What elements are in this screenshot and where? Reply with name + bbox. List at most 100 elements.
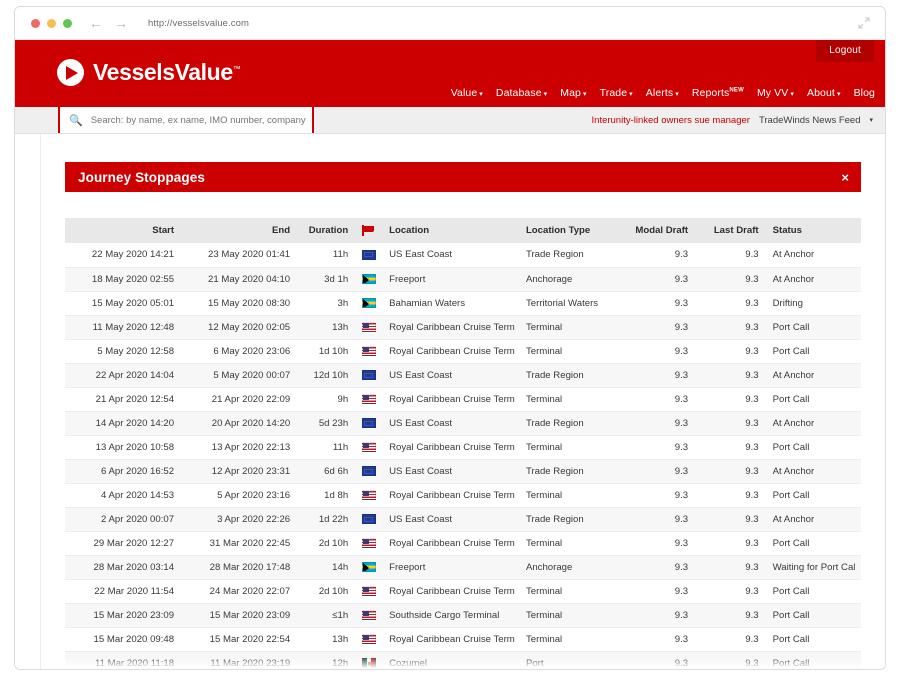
cell-modal-draft: 9.3 <box>618 411 696 436</box>
cell-last-draft: 9.3 <box>695 363 766 388</box>
country-flag-icon <box>361 562 376 572</box>
country-flag-icon <box>361 658 376 668</box>
table-row[interactable]: 21 Apr 2020 12:54 21 Apr 2020 22:09 9h Roya… <box>65 387 861 412</box>
cell-status: At Anchor <box>765 243 861 268</box>
cell-flag <box>355 555 383 580</box>
cell-location-type: Terminal <box>518 627 619 652</box>
table-row[interactable]: 18 May 2020 02:55 21 May 2020 04:10 3d 1h F… <box>65 267 861 292</box>
cell-modal-draft: 9.3 <box>618 483 696 508</box>
table-row[interactable]: 5 May 2020 12:58 6 May 2020 23:06 1d 10h Ro… <box>65 339 861 364</box>
cell-location: Southside Cargo Terminal <box>382 603 519 628</box>
table-row[interactable]: 13 Apr 2020 10:58 13 Apr 2020 22:13 11h Roy… <box>65 435 861 460</box>
column-header-flag[interactable] <box>355 218 383 244</box>
cell-duration: 1d 8h <box>297 483 356 508</box>
search-box[interactable]: 🔍 <box>58 107 314 133</box>
table-row[interactable]: 2 Apr 2020 00:07 3 Apr 2020 22:26 1d 22h US… <box>65 507 861 532</box>
cell-end: 21 May 2020 04:10 <box>181 267 298 292</box>
search-strip-spacer <box>15 107 58 133</box>
cell-end: 6 May 2020 23:06 <box>181 339 298 364</box>
column-header-status[interactable]: Status <box>765 218 861 244</box>
cell-status: At Anchor <box>765 411 861 436</box>
cell-location: Royal Caribbean Cruise Term <box>382 315 519 340</box>
column-header-location-type[interactable]: Location Type <box>518 218 619 244</box>
column-header-modal-draft[interactable]: Modal Draft <box>618 218 696 244</box>
cell-start: 4 Apr 2020 14:53 <box>65 483 182 508</box>
table-row[interactable]: 6 Apr 2020 16:52 12 Apr 2020 23:31 6d 6h US… <box>65 459 861 484</box>
nav-item-database[interactable]: Database ▾ <box>496 87 547 99</box>
cell-status: At Anchor <box>765 507 861 532</box>
table-header: Start End Duration Location Location Typ… <box>65 218 861 244</box>
table-row[interactable]: 15 May 2020 05:01 15 May 2020 08:30 3h Baha… <box>65 291 861 316</box>
nav-item-my-vv[interactable]: My VV ▾ <box>757 87 794 99</box>
cell-flag <box>355 435 383 460</box>
nav-item-blog[interactable]: Blog <box>854 87 875 99</box>
cell-end: 5 Apr 2020 23:16 <box>181 483 298 508</box>
table-header-row: Start End Duration Location Location Typ… <box>65 218 861 244</box>
search-input[interactable] <box>88 113 312 127</box>
cell-last-draft: 9.3 <box>695 627 766 652</box>
cell-location: Freeport <box>382 555 519 580</box>
column-header-location[interactable]: Location <box>382 218 519 244</box>
cell-last-draft: 9.3 <box>695 579 766 604</box>
chevron-down-icon[interactable]: ▾ <box>869 116 873 124</box>
cell-duration: 3d 1h <box>297 267 356 292</box>
close-window-button[interactable] <box>31 18 40 28</box>
table-row[interactable]: 22 Mar 2020 11:54 24 Mar 2020 22:07 2d 10h… <box>65 579 861 604</box>
panel-title: Journey Stoppages <box>78 169 205 185</box>
chevron-down-icon: ▾ <box>479 91 483 98</box>
nav-item-reports[interactable]: ReportsNEW <box>692 87 744 99</box>
cell-flag <box>355 531 383 556</box>
column-header-last-draft[interactable]: Last Draft <box>695 218 766 244</box>
table-row[interactable]: 15 Mar 2020 23:09 15 Mar 2020 23:09 ≤1h Sou… <box>65 603 861 628</box>
cell-end: 15 Mar 2020 23:09 <box>181 603 298 628</box>
cell-start: 6 Apr 2020 16:52 <box>65 459 182 484</box>
nav-item-alerts[interactable]: Alerts ▾ <box>646 87 679 99</box>
table-row[interactable]: 15 Mar 2020 09:48 15 Mar 2020 22:54 13h Roy… <box>65 627 861 652</box>
cell-start: 14 Apr 2020 14:20 <box>65 411 182 436</box>
cell-duration: 6d 6h <box>297 459 356 484</box>
cell-start: 2 Apr 2020 00:07 <box>65 507 182 532</box>
table-row[interactable]: 11 May 2020 12:48 12 May 2020 02:05 13h Roy… <box>65 315 861 340</box>
table-row[interactable]: 28 Mar 2020 03:14 28 Mar 2020 17:48 14h Fre… <box>65 555 861 580</box>
cell-location: Cozumel <box>382 651 519 669</box>
brand-logo[interactable]: VesselsValue™ <box>57 59 241 86</box>
page-body: Journey Stoppages × Start End Duration L… <box>15 134 885 669</box>
news-feed-label[interactable]: TradeWinds News Feed <box>759 115 861 126</box>
back-arrow-icon[interactable]: ← <box>89 16 103 30</box>
chevron-down-icon: ▾ <box>790 91 794 98</box>
close-icon[interactable]: × <box>841 170 849 185</box>
nav-item-value[interactable]: Value ▾ <box>451 87 483 99</box>
cell-end: 20 Apr 2020 14:20 <box>181 411 298 436</box>
table-row[interactable]: 22 May 2020 14:21 23 May 2020 01:41 11h US … <box>65 243 861 268</box>
column-header-duration[interactable]: Duration <box>297 218 356 244</box>
cell-start: 29 Mar 2020 12:27 <box>65 531 182 556</box>
nav-item-about[interactable]: About ▾ <box>807 87 841 99</box>
column-header-start[interactable]: Start <box>65 218 182 244</box>
logout-button[interactable]: Logout <box>816 40 874 62</box>
expand-icon[interactable] <box>857 16 871 30</box>
minimize-window-button[interactable] <box>47 18 56 28</box>
cell-start: 15 Mar 2020 09:48 <box>65 627 182 652</box>
chevron-down-icon: ▾ <box>629 91 633 98</box>
column-header-end[interactable]: End <box>181 218 298 244</box>
cell-location-type: Terminal <box>518 483 619 508</box>
forward-arrow-icon[interactable]: → <box>114 16 128 30</box>
cell-location: US East Coast <box>382 363 519 388</box>
table-row[interactable]: 11 Mar 2020 11:18 11 Mar 2020 23:19 12h Coz… <box>65 651 861 669</box>
address-bar-url[interactable]: http://vesselsvalue.com <box>148 18 249 29</box>
nav-item-trade[interactable]: Trade ▾ <box>600 87 633 99</box>
table-row[interactable]: 29 Mar 2020 12:27 31 Mar 2020 22:45 2d 10h… <box>65 531 861 556</box>
cell-duration: 5d 23h <box>297 411 356 436</box>
maximize-window-button[interactable] <box>63 18 72 28</box>
news-headline[interactable]: Interunity-linked owners sue manager <box>592 115 750 126</box>
nav-item-map[interactable]: Map ▾ <box>560 87 586 99</box>
trademark-symbol: ™ <box>232 64 241 74</box>
table-row[interactable]: 22 Apr 2020 14:04 5 May 2020 00:07 12d 10h… <box>65 363 861 388</box>
cell-flag <box>355 603 383 628</box>
cell-location: Royal Caribbean Cruise Term <box>382 339 519 364</box>
table-row[interactable]: 4 Apr 2020 14:53 5 Apr 2020 23:16 1d 8h Roy… <box>65 483 861 508</box>
table-row[interactable]: 14 Apr 2020 14:20 20 Apr 2020 14:20 5d 23h… <box>65 411 861 436</box>
cell-start: 5 May 2020 12:58 <box>65 339 182 364</box>
cell-duration: 3h <box>297 291 356 316</box>
cell-location: Freeport <box>382 267 519 292</box>
